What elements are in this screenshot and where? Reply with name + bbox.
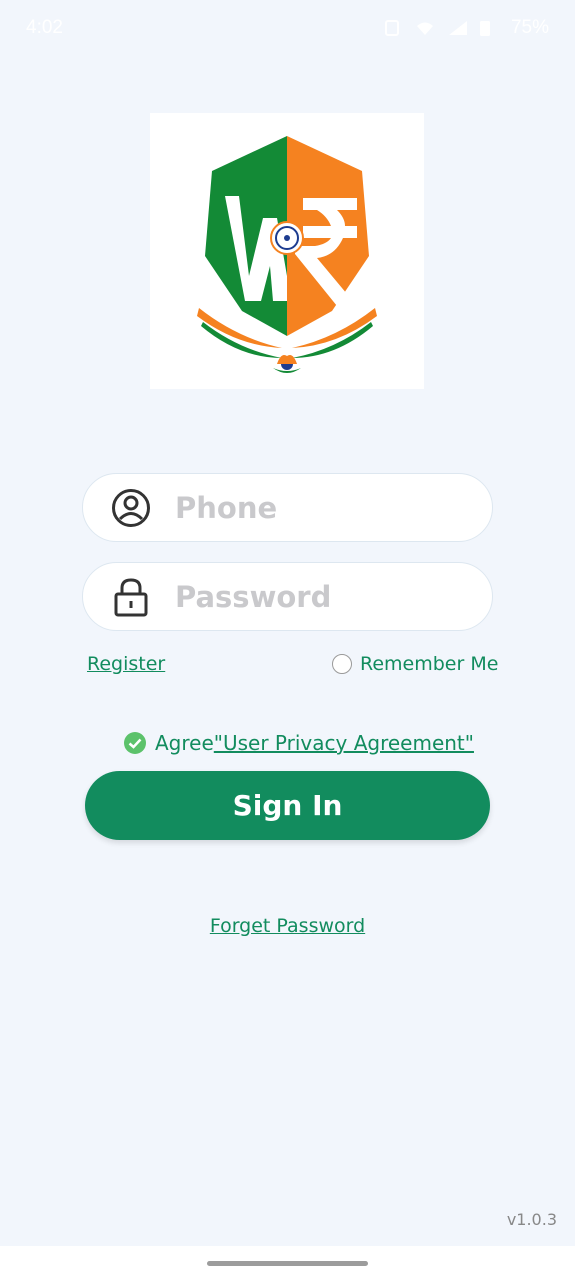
- remember-me-toggle[interactable]: Remember Me: [332, 653, 498, 675]
- app-logo: [150, 113, 424, 389]
- status-bar: 4:02 75%: [0, 0, 575, 56]
- status-time: 4:02: [26, 17, 63, 38]
- check-circle-icon[interactable]: [123, 731, 147, 755]
- wifi-icon: [415, 19, 433, 37]
- version-label: v1.0.3: [506, 1210, 557, 1229]
- home-indicator[interactable]: [207, 1261, 368, 1266]
- sign-in-button[interactable]: Sign In: [85, 771, 490, 840]
- notification-icon: [383, 19, 401, 37]
- forget-password-link[interactable]: Forget Password: [0, 915, 575, 937]
- register-link[interactable]: Register: [87, 653, 165, 675]
- logo-graphic: [197, 136, 377, 373]
- privacy-agreement-link[interactable]: "User Privacy Agreement": [214, 731, 474, 755]
- status-icons: 75%: [383, 17, 549, 39]
- lock-icon: [111, 577, 151, 617]
- remember-me-label: Remember Me: [360, 653, 499, 675]
- radio-icon[interactable]: [332, 654, 352, 674]
- password-input[interactable]: [175, 579, 475, 614]
- battery-percent: 75%: [510, 17, 549, 38]
- phone-input[interactable]: [175, 490, 475, 525]
- battery-icon: [479, 19, 497, 37]
- signal-icon: [447, 19, 467, 37]
- phone-field[interactable]: [82, 473, 493, 542]
- password-field[interactable]: [82, 562, 493, 631]
- agreement-row[interactable]: Agree "User Privacy Agreement": [123, 731, 474, 755]
- person-icon: [111, 488, 151, 528]
- agree-label: Agree: [155, 731, 214, 755]
